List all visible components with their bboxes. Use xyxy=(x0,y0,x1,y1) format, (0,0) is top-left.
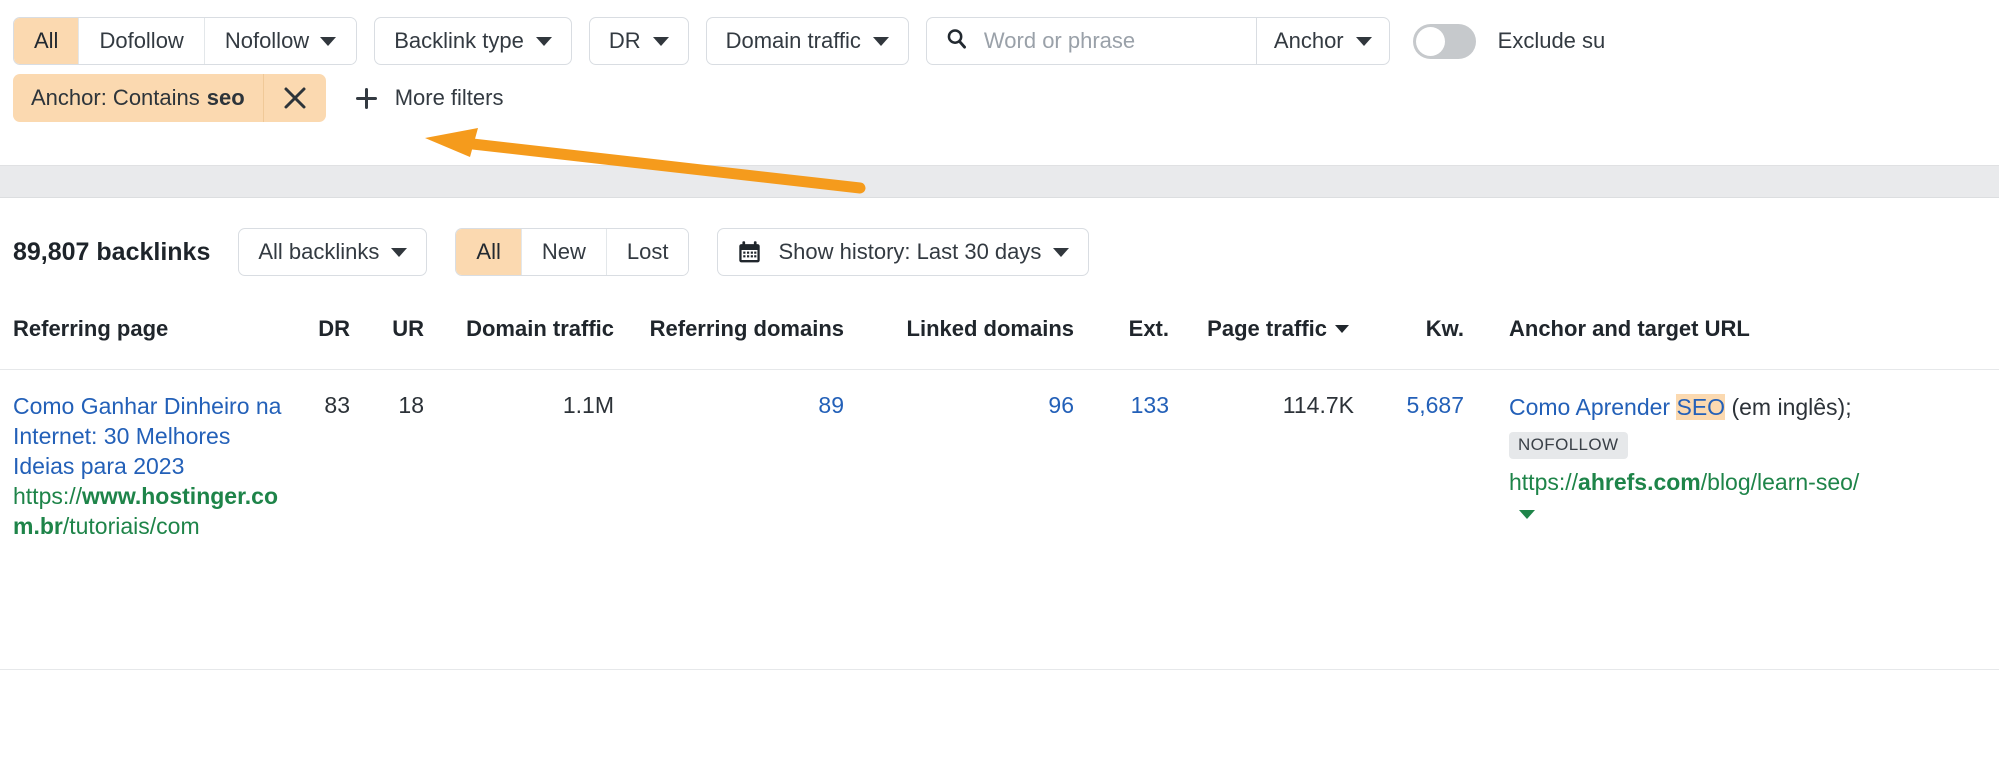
segment-status-all-label: All xyxy=(476,239,500,265)
search-group: Anchor xyxy=(926,17,1390,65)
segment-dofollow-label: Dofollow xyxy=(99,28,183,54)
segment-status-new-label: New xyxy=(542,239,586,265)
more-filters-label: More filters xyxy=(395,85,504,111)
column-header-ext[interactable]: Ext. xyxy=(1074,316,1169,342)
segment-status-lost[interactable]: Lost xyxy=(607,229,689,275)
chevron-down-icon xyxy=(391,248,407,257)
domain-traffic-label: Domain traffic xyxy=(726,28,861,54)
column-header-referring-domains[interactable]: Referring domains xyxy=(614,316,844,342)
exclude-subdomains-label: Exclude su xyxy=(1498,28,1606,54)
column-header-linked-domains[interactable]: Linked domains xyxy=(844,316,1074,342)
domain-traffic-dropdown[interactable]: Domain traffic xyxy=(706,17,909,65)
segment-status-new[interactable]: New xyxy=(522,229,607,275)
close-icon xyxy=(282,85,308,111)
segment-status-all[interactable]: All xyxy=(456,229,521,275)
segment-nofollow-label: Nofollow xyxy=(225,28,309,54)
filter-chip-anchor-contains[interactable]: Anchor: Contains seo xyxy=(13,74,326,122)
anchor-link-text[interactable]: Como Aprender xyxy=(1509,394,1676,420)
show-history-label: Show history: Last 30 days xyxy=(778,239,1041,265)
search-scope-label: Anchor xyxy=(1274,28,1344,54)
target-url-domain: ahrefs.com xyxy=(1578,469,1701,495)
anchor-target-url[interactable]: https://ahrefs.com/blog/learn-seo/ xyxy=(1509,467,1884,528)
table-body: Como Ganhar Dinheiro na Internet: 30 Mel… xyxy=(0,370,1999,670)
filter-row-primary: All Dofollow Nofollow Backlink type DR xyxy=(13,17,1999,65)
active-filter-chip-row: Anchor: Contains seo xyxy=(13,74,1999,122)
referring-page-url-protocol[interactable]: https:// xyxy=(13,483,82,509)
cell-ur: 18 xyxy=(350,392,424,669)
cell-ext[interactable]: 133 xyxy=(1074,392,1169,669)
anchor-tail-text: (em inglês); xyxy=(1725,394,1852,420)
cell-referring-domains[interactable]: 89 xyxy=(614,392,844,669)
search-input[interactable] xyxy=(982,27,1242,55)
cell-page-traffic: 114.7K xyxy=(1169,392,1354,669)
column-header-page-traffic-label: Page traffic xyxy=(1207,316,1327,341)
dr-dropdown[interactable]: DR xyxy=(589,17,689,65)
chevron-down-icon xyxy=(653,37,669,46)
filter-chip-label-text: Anchor: Contains xyxy=(31,85,200,111)
filter-chip-label: Anchor: Contains seo xyxy=(13,74,264,122)
backlinks-page: All Dofollow Nofollow Backlink type DR xyxy=(0,0,1999,767)
chevron-down-icon[interactable] xyxy=(1519,510,1535,519)
chevron-down-icon xyxy=(536,37,552,46)
filter-chip-value: seo xyxy=(207,85,245,111)
backlinks-stats-row: 89,807 backlinks All backlinks All New L… xyxy=(13,226,1089,278)
segment-nofollow[interactable]: Nofollow xyxy=(205,18,356,64)
segment-dofollow[interactable]: Dofollow xyxy=(79,18,204,64)
column-header-anchor-target-url[interactable]: Anchor and target URL xyxy=(1464,316,1884,342)
toggle-knob xyxy=(1416,27,1445,56)
table-row: Como Ganhar Dinheiro na Internet: 30 Mel… xyxy=(0,370,1999,670)
exclude-subdomains-toggle[interactable] xyxy=(1413,24,1476,59)
referring-page-title-link[interactable]: Como Ganhar Dinheiro na Internet: 30 Mel… xyxy=(13,392,290,482)
segment-all-label: All xyxy=(34,28,58,54)
cell-kw[interactable]: 5,687 xyxy=(1354,392,1464,669)
sort-desc-icon xyxy=(1335,325,1349,333)
status-badge-nofollow: NOFOLLOW xyxy=(1509,432,1628,459)
column-header-domain-traffic[interactable]: Domain traffic xyxy=(424,316,614,342)
cell-linked-domains[interactable]: 96 xyxy=(844,392,1074,669)
target-url-path: /blog/learn-seo/ xyxy=(1701,469,1860,495)
cell-dr: 83 xyxy=(290,392,350,669)
backlink-type-dropdown[interactable]: Backlink type xyxy=(374,17,572,65)
referring-page-url-path[interactable]: /tutoriais/com xyxy=(63,513,200,539)
show-history-dropdown[interactable]: Show history: Last 30 days xyxy=(717,228,1089,276)
backlinks-count: 89,807 backlinks xyxy=(13,238,210,267)
column-header-referring-page[interactable]: Referring page xyxy=(0,316,290,342)
all-backlinks-dropdown[interactable]: All backlinks xyxy=(238,228,427,276)
segment-all[interactable]: All xyxy=(14,18,79,64)
chevron-down-icon xyxy=(320,37,336,46)
nofollow-badge-wrap: NOFOLLOW xyxy=(1509,423,1884,459)
segment-status-lost-label: Lost xyxy=(627,239,669,265)
column-header-ur[interactable]: UR xyxy=(350,316,424,342)
target-url-protocol: https:// xyxy=(1509,469,1578,495)
backlinks-table: Referring page DR UR Domain traffic Refe… xyxy=(0,300,1999,670)
search-scope-dropdown[interactable]: Anchor xyxy=(1257,18,1389,64)
exclude-subdomains-control: Exclude su xyxy=(1413,24,1606,59)
link-status-segmented-control[interactable]: All New Lost xyxy=(455,228,689,276)
dr-label: DR xyxy=(609,28,641,54)
column-header-kw[interactable]: Kw. xyxy=(1354,316,1464,342)
referring-page-url[interactable]: https://www.hostinger.com.br/tutoriais/c… xyxy=(13,482,290,542)
anchor-highlight: SEO xyxy=(1676,394,1725,420)
section-divider-band xyxy=(0,165,1999,198)
column-header-page-traffic[interactable]: Page traffic xyxy=(1169,316,1354,342)
all-backlinks-label: All backlinks xyxy=(258,239,379,265)
search-icon xyxy=(945,27,968,55)
chevron-down-icon xyxy=(1356,37,1372,46)
more-filters-button[interactable]: More filters xyxy=(354,85,504,111)
search-field[interactable] xyxy=(927,18,1257,64)
plus-icon xyxy=(354,86,379,111)
anchor-text: Como Aprender SEO (em inglês); xyxy=(1509,392,1884,423)
follow-type-segmented-control[interactable]: All Dofollow Nofollow xyxy=(13,17,357,65)
filter-chip-remove-button[interactable] xyxy=(264,74,326,122)
table-header-row: Referring page DR UR Domain traffic Refe… xyxy=(0,300,1999,370)
calendar-icon xyxy=(737,240,778,265)
filter-toolbar: All Dofollow Nofollow Backlink type DR xyxy=(0,0,1999,160)
backlink-type-label: Backlink type xyxy=(394,28,524,54)
cell-domain-traffic: 1.1M xyxy=(424,392,614,669)
cell-anchor-and-target-url: Como Aprender SEO (em inglês); NOFOLLOW … xyxy=(1464,392,1884,669)
chevron-down-icon xyxy=(1053,248,1069,257)
column-header-dr[interactable]: DR xyxy=(290,316,350,342)
chevron-down-icon xyxy=(873,37,889,46)
cell-referring-page: Como Ganhar Dinheiro na Internet: 30 Mel… xyxy=(0,392,290,669)
